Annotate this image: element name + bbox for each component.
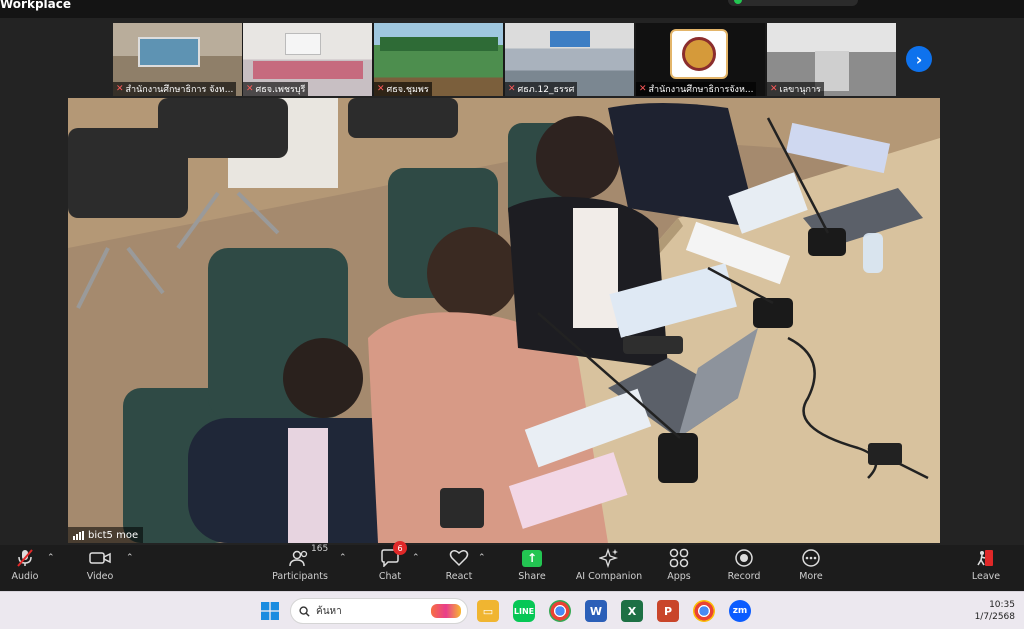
participant-thumbnail-strip: ✕ สำนักงานศึกษาธิการ จังห... ✕ ศธจ.เพชรบุร… — [113, 23, 896, 96]
audio-options-caret[interactable]: ⌃ — [47, 553, 55, 563]
taskbar-search-box[interactable]: ค้นหา — [290, 598, 468, 624]
system-clock[interactable]: 10:35 1/7/2568 — [955, 599, 1015, 623]
muted-mic-icon: ✕ — [377, 84, 385, 94]
chat-options-caret[interactable]: ⌃ — [412, 553, 420, 563]
active-speaker-video — [68, 98, 940, 543]
connection-signal-icon — [73, 530, 84, 540]
participants-button[interactable]: 165 Participants — [265, 544, 335, 589]
sparkle-icon — [599, 548, 619, 568]
heart-icon — [449, 550, 469, 567]
participant-thumbnail[interactable]: ✕ เลขานุการ — [767, 23, 896, 96]
share-screen-icon: ↑ — [522, 549, 542, 567]
meeting-room-scene — [68, 98, 940, 543]
record-button[interactable]: Record — [709, 547, 779, 589]
chrome-icon[interactable] — [549, 600, 571, 622]
organization-logo — [670, 29, 728, 79]
chat-unread-badge: 6 — [393, 541, 407, 555]
video-button[interactable]: Video — [65, 547, 135, 589]
chevron-right-icon: › — [915, 49, 923, 69]
participant-thumbnail[interactable]: ✕ สำนักงานศึกษาธิการจังห... — [636, 23, 765, 96]
muted-microphone-icon — [17, 549, 33, 567]
video-camera-icon — [89, 552, 111, 564]
muted-mic-icon: ✕ — [116, 84, 124, 94]
participant-thumbnail[interactable]: ✕ สำนักงานศึกษาธิการ จังห... — [113, 23, 242, 96]
title-bar: Workplace — [0, 0, 1024, 18]
app-title: Workplace — [0, 0, 72, 11]
excel-icon[interactable]: X — [621, 600, 643, 622]
next-page-button[interactable]: › — [906, 46, 932, 72]
muted-mic-icon: ✕ — [639, 84, 647, 94]
apps-grid-icon — [669, 548, 689, 568]
react-options-caret[interactable]: ⌃ — [478, 553, 486, 563]
thumbnail-label: ✕ ศธจ.เพชรบุรี — [243, 82, 309, 96]
thumbnail-label: ✕ สำนักงานศึกษาธิการจังห... — [636, 82, 757, 96]
share-button[interactable]: ↑ Share — [497, 547, 567, 589]
more-dots-icon — [802, 549, 820, 567]
leave-door-icon — [977, 550, 993, 566]
active-speaker-label: bict5 moe — [68, 527, 144, 543]
participant-thumbnail[interactable]: ✕ ศธภ.12_ธรรศ — [505, 23, 634, 96]
leave-button[interactable]: Leave — [951, 547, 1021, 589]
record-icon — [735, 549, 753, 567]
search-highlight-icon — [431, 604, 461, 618]
thumbnail-label: ✕ เลขานุการ — [767, 82, 824, 96]
meeting-toolbar: Audio ⌃ Video ⌃ 165 Participants ⌃ 6 Cha… — [0, 541, 1024, 591]
participant-thumbnail[interactable]: ✕ ศธจ.ชุมพร — [374, 23, 503, 96]
video-options-caret[interactable]: ⌃ — [126, 553, 134, 563]
file-explorer-icon[interactable]: ▭ — [477, 600, 499, 622]
more-button[interactable]: More — [776, 547, 846, 589]
participants-count: 165 — [311, 544, 329, 554]
windows-taskbar: ค้นหา ▭ LINE W X P zm 10:35 1/7/2568 — [0, 591, 1024, 629]
thumbnail-label: ✕ สำนักงานศึกษาธิการ จังห... — [113, 82, 237, 96]
zoom-meeting-window: Workplace ✕ สำนักงานศึกษาธิการ จังห... ✕ ศ… — [0, 0, 1024, 629]
participant-thumbnail[interactable]: ✕ ศธจ.เพชรบุรี — [243, 23, 372, 96]
meeting-status-pill[interactable] — [728, 0, 858, 6]
green-dot-icon — [734, 0, 742, 4]
muted-mic-icon: ✕ — [246, 84, 254, 94]
line-app-icon[interactable]: LINE — [513, 600, 535, 622]
thumbnail-label: ✕ ศธภ.12_ธรรศ — [505, 82, 578, 96]
chrome-profile-icon[interactable] — [693, 600, 715, 622]
zoom-app-icon[interactable]: zm — [729, 600, 751, 622]
start-windows-icon[interactable] — [259, 600, 281, 622]
muted-mic-icon: ✕ — [508, 84, 516, 94]
participants-icon — [289, 550, 308, 567]
powerpoint-icon[interactable]: P — [657, 600, 679, 622]
apps-button[interactable]: Apps — [644, 547, 714, 589]
word-icon[interactable]: W — [585, 600, 607, 622]
participants-options-caret[interactable]: ⌃ — [339, 553, 347, 563]
thumbnail-label: ✕ ศธจ.ชุมพร — [374, 82, 432, 96]
search-icon — [299, 605, 310, 617]
muted-mic-icon: ✕ — [770, 84, 778, 94]
ai-companion-button[interactable]: AI Companion — [574, 547, 644, 589]
